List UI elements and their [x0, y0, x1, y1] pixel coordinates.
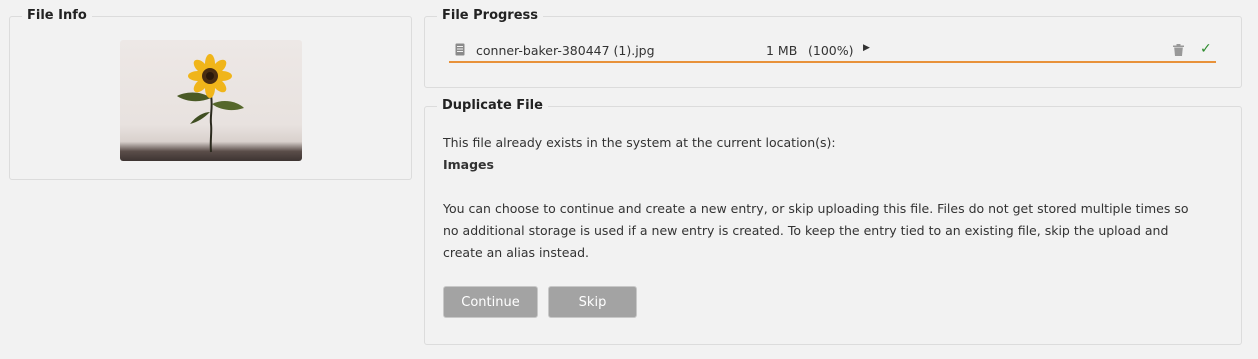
duplicate-location: Images [443, 157, 494, 172]
duplicate-explanation-line: create an alias instead. [443, 245, 590, 260]
image-thumbnail [120, 40, 302, 161]
progress-fill [449, 61, 1216, 63]
file-info-legend: File Info [22, 8, 92, 24]
continue-button[interactable]: Continue [443, 286, 538, 318]
upload-percent: (100%) [808, 43, 854, 58]
file-progress-panel: File Progress conner-baker-380447 (1).jp… [424, 8, 1242, 88]
duplicate-file-legend: Duplicate File [437, 98, 548, 114]
upload-filename: conner-baker-380447 (1).jpg [476, 43, 655, 58]
upload-row: conner-baker-380447 (1).jpg 1 MB (100%) … [449, 41, 1216, 63]
skip-button[interactable]: Skip [548, 286, 637, 318]
duplicate-explanation-line: no additional storage is used if a new e… [443, 223, 1169, 238]
duplicate-explanation-line: You can choose to continue and create a … [443, 201, 1189, 216]
upload-size: 1 MB [766, 43, 798, 58]
progress-bar [449, 61, 1216, 63]
play-icon[interactable]: ▶ [863, 43, 870, 53]
sunflower-image [177, 54, 244, 153]
file-progress-legend: File Progress [437, 8, 544, 24]
duplicate-intro: This file already exists in the system a… [443, 135, 836, 150]
check-icon: ✓ [1200, 41, 1212, 57]
trash-icon[interactable] [1173, 44, 1184, 59]
file-icon [455, 43, 465, 59]
file-info-panel: File Info [9, 8, 412, 180]
duplicate-file-panel: Duplicate File This file already exists … [424, 98, 1242, 345]
